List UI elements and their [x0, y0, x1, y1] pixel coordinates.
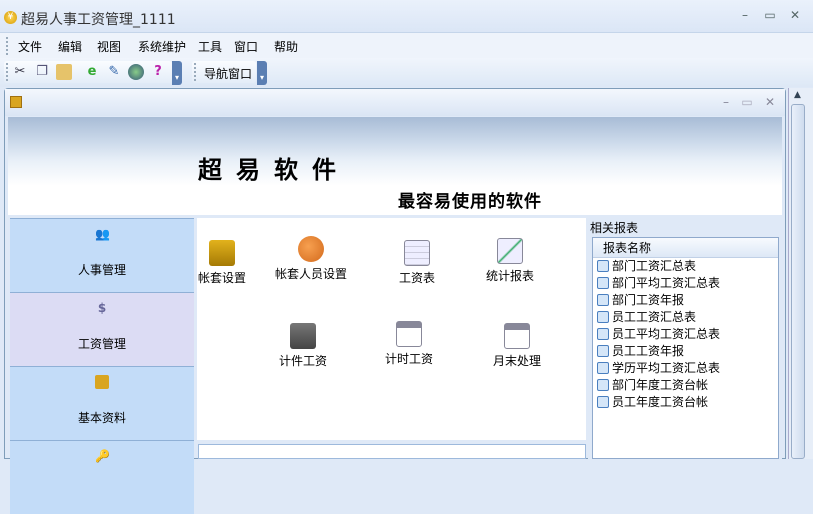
- nav-item-salary[interactable]: $ 工资管理: [10, 292, 194, 366]
- copy-icon[interactable]: ❐: [34, 64, 50, 80]
- child-title-bar: [5, 89, 785, 116]
- help-icon[interactable]: ?: [150, 64, 166, 80]
- report-item-label: 部门工资汇总表: [612, 259, 697, 273]
- app-icon: ¥: [4, 11, 17, 24]
- function-label: 计时工资: [384, 352, 433, 366]
- key-icon: 🔑: [95, 449, 110, 463]
- nav-window-button[interactable]: 导航窗口: [204, 65, 252, 82]
- function-label: 计件工资: [278, 354, 327, 368]
- report-icon: [597, 311, 609, 323]
- nav-item-personnel[interactable]: 👥 人事管理: [10, 218, 194, 292]
- calendar-check-icon: [396, 321, 422, 347]
- calendar-icon: [504, 323, 530, 349]
- function-piecework-salary[interactable]: 计件工资: [258, 323, 348, 368]
- report-list: 报表名称 部门工资汇总表部门平均工资汇总表 部门工资年报 员工工资汇总表员工平均工资…: [592, 237, 779, 459]
- report-item-label: 学历平均工资汇总表: [612, 361, 721, 375]
- nav-label: 基本资料: [77, 411, 126, 425]
- nav-label: 工资管理: [77, 337, 126, 351]
- report-icon: [597, 260, 609, 272]
- minimize-button[interactable]: –: [736, 8, 754, 24]
- function-label: 帐套设置: [197, 271, 246, 285]
- banner-title: 超易软件: [198, 156, 350, 184]
- nav-label: 人事管理: [77, 263, 126, 277]
- report-item[interactable]: 学历平均工资汇总表: [593, 360, 778, 377]
- chart-icon: [497, 238, 523, 264]
- report-icon: [597, 396, 609, 408]
- function-label: 月末处理: [492, 354, 541, 368]
- bottom-function-panel: [198, 444, 586, 459]
- report-item-label: 员工工资年报: [612, 344, 685, 358]
- report-icon: [597, 379, 609, 391]
- report-item[interactable]: 部门工资年报: [593, 292, 778, 309]
- report-item-label: 部门工资年报: [612, 293, 685, 307]
- report-item[interactable]: 员工工资年报: [593, 343, 778, 360]
- report-item[interactable]: 部门平均工资汇总表: [593, 275, 778, 292]
- function-statistics-report[interactable]: 统计报表: [465, 238, 555, 283]
- function-label: 统计报表: [485, 269, 534, 283]
- scrollbar-thumb[interactable]: [791, 104, 805, 459]
- nav-item-more[interactable]: 🔑: [10, 440, 194, 514]
- nav-toolbar-chevron-icon[interactable]: ▾: [257, 61, 267, 85]
- scroll-up-icon[interactable]: ▲: [794, 90, 801, 100]
- window-title: 超易人事工资管理_1111: [21, 12, 176, 28]
- briefcase-icon: [290, 323, 316, 349]
- edit-icon[interactable]: ✎: [106, 64, 122, 80]
- report-icon: [597, 345, 609, 357]
- person-icon: [298, 236, 324, 262]
- globe-icon[interactable]: [128, 64, 144, 80]
- toolbar-grip[interactable]: [6, 63, 8, 81]
- report-icon: [597, 362, 609, 374]
- nav-item-basic-data[interactable]: 基本资料: [10, 366, 194, 440]
- function-hourly-salary[interactable]: 计时工资: [364, 321, 454, 366]
- toolbar-grip[interactable]: [194, 63, 196, 81]
- document-icon: [95, 375, 109, 389]
- menu-system-maintenance[interactable]: 系统维护: [138, 38, 186, 55]
- function-label: 工资表: [398, 271, 435, 285]
- banner: [8, 117, 782, 215]
- reports-title: 相关报表: [590, 221, 639, 235]
- maximize-button[interactable]: ▭: [761, 8, 779, 24]
- menu-bar: [0, 33, 813, 58]
- refresh-icon[interactable]: e: [84, 64, 100, 80]
- cut-icon[interactable]: ✂: [12, 64, 28, 80]
- report-item[interactable]: 员工年度工资台帐: [593, 394, 778, 411]
- function-account-setup[interactable]: 帐套设置: [177, 240, 267, 285]
- menu-window[interactable]: 窗口: [234, 38, 258, 55]
- users-icon: 👥: [95, 227, 110, 241]
- folder-icon: [209, 240, 235, 266]
- menu-tools[interactable]: 工具: [198, 38, 222, 55]
- child-close-button[interactable]: ✕: [761, 95, 779, 111]
- report-item[interactable]: 员工工资汇总表: [593, 309, 778, 326]
- report-item-label: 部门年度工资台帐: [612, 378, 709, 392]
- toolbar-overflow-chevron-icon[interactable]: ▾: [172, 61, 182, 85]
- menu-view[interactable]: 视图: [97, 38, 121, 55]
- menu-file[interactable]: 文件: [18, 38, 42, 55]
- report-item[interactable]: 员工平均工资汇总表: [593, 326, 778, 343]
- salary-icon: $: [97, 301, 107, 315]
- report-item-label: 员工平均工资汇总表: [612, 327, 721, 341]
- report-item-label: 部门平均工资汇总表: [612, 276, 721, 290]
- function-label: 帐套人员设置: [274, 267, 347, 281]
- menu-edit[interactable]: 编辑: [58, 38, 82, 55]
- table-icon: [404, 240, 430, 266]
- report-icon: [597, 277, 609, 289]
- report-item[interactable]: 部门年度工资台帐: [593, 377, 778, 394]
- function-salary-table[interactable]: 工资表: [372, 240, 462, 285]
- menu-help[interactable]: 帮助: [274, 38, 298, 55]
- function-month-end[interactable]: 月末处理: [472, 323, 562, 368]
- report-item-label: 员工年度工资台帐: [612, 395, 709, 409]
- menu-grip[interactable]: [6, 37, 8, 55]
- child-maximize-button[interactable]: ▭: [738, 95, 756, 111]
- close-button[interactable]: ✕: [786, 8, 804, 24]
- banner-subtitle: 最容易使用的软件: [398, 192, 542, 212]
- report-list-header[interactable]: 报表名称: [593, 238, 778, 258]
- child-minimize-button[interactable]: –: [717, 95, 735, 111]
- report-icon: [597, 294, 609, 306]
- child-window-icon: [10, 96, 22, 108]
- report-item-label: 员工工资汇总表: [612, 310, 697, 324]
- paste-icon[interactable]: [56, 64, 72, 80]
- report-item[interactable]: 部门工资汇总表: [593, 258, 778, 275]
- function-account-staff-setup[interactable]: 帐套人员设置: [265, 236, 357, 281]
- report-icon: [597, 328, 609, 340]
